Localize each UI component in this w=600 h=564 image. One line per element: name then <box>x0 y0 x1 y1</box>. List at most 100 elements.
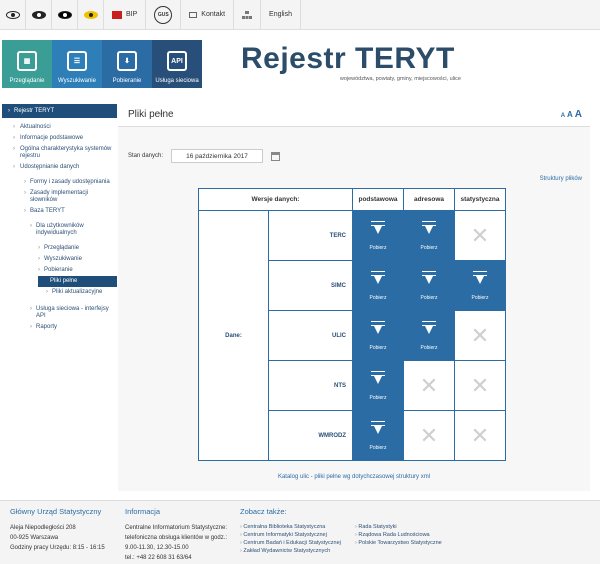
tile-usluga-sieciowa[interactable]: API Usługa sieciowa <box>152 40 202 88</box>
download-icon <box>422 320 436 335</box>
footer-link[interactable]: Centrum Informatyki Statystycznej <box>240 531 355 539</box>
contrast-yellow-button[interactable] <box>78 0 104 29</box>
footer-line: Aleja Niepodległości 208 <box>10 525 76 531</box>
sidebar-item-dla-uzytkownikow[interactable]: Dla użytkowników indywidualnych <box>2 221 117 239</box>
bip-link[interactable]: BIP <box>104 0 147 29</box>
sidebar-item-zasady[interactable]: Zasady implementacji słowników <box>2 188 117 206</box>
kontakt-label: Kontakt <box>201 11 226 18</box>
contrast-dark-button[interactable] <box>26 0 52 29</box>
contrast-default-button[interactable] <box>0 0 26 29</box>
date-input[interactable]: 16 października 2017 <box>171 149 264 163</box>
download-cell[interactable]: Pobierz <box>352 360 404 411</box>
struktury-plikow-link[interactable]: Struktury plików <box>540 176 582 182</box>
calendar-icon[interactable] <box>271 151 281 161</box>
download-cell[interactable]: Pobierz <box>403 310 455 361</box>
row-label: TERC <box>268 210 353 261</box>
download-icon <box>371 220 385 235</box>
download-cell[interactable]: Pobierz <box>352 210 404 261</box>
tile-przegladanie[interactable]: ▦ Przeglądanie <box>2 40 52 88</box>
download-icon <box>371 370 385 385</box>
download-icon <box>371 420 385 435</box>
footer-col-informacja: Informacja Centralne Informatorium Staty… <box>125 507 235 563</box>
sidebar-item-usluga-api[interactable]: Usługa sieciowa - interfejsy API <box>2 304 117 322</box>
page-header: Pliki pełne A A A <box>118 103 590 127</box>
eye-contrast-icon <box>57 10 72 19</box>
contrast-black-yellow-button[interactable] <box>52 0 78 29</box>
sidebar-item-raporty[interactable]: Raporty <box>2 322 117 333</box>
page-title: Pliki pełne <box>128 109 174 120</box>
footer-line: Centralne Informatorium Statystyczne: <box>125 525 228 531</box>
tile-pobieranie[interactable]: ⬇ Pobieranie <box>102 40 152 88</box>
katalog-ulic-link[interactable]: Katalog ulic - pliki pełne wg dotychczas… <box>118 474 590 480</box>
chevron-icon: › <box>8 108 10 114</box>
download-cell[interactable]: Pobierz <box>454 260 506 311</box>
stan-label: Stan danych: <box>128 153 164 159</box>
sidebar-item-charakterystyka[interactable]: Ogólna charakterystyka systemów rejestru <box>2 144 117 162</box>
download-icon <box>473 270 487 285</box>
download-cell[interactable]: Pobierz <box>352 310 404 361</box>
unavailable-cell: ✕ <box>454 360 506 411</box>
tile-wyszukiwanie[interactable]: ☰ Wyszukiwanie <box>52 40 102 88</box>
sidebar-item-aktualnosci[interactable]: Aktualności <box>2 122 117 133</box>
row-label: SIMC <box>268 260 353 311</box>
unavailable-cell: ✕ <box>454 210 506 261</box>
footer-link[interactable]: Rządowa Rada Ludnościowa <box>355 531 495 539</box>
main-menu-tiles: ▦ Przeglądanie ☰ Wyszukiwanie ⬇ Pobieran… <box>2 40 202 88</box>
files-table: Wersje danych: podstawowa adresowa staty… <box>198 188 506 461</box>
column-header: podstawowa <box>352 188 404 211</box>
row-label: WMRODZ <box>268 410 353 461</box>
footer-link[interactable]: Centrum Badań i Edukacji Statystycznej <box>240 539 355 547</box>
footer-link[interactable]: Zakład Wydawnictw Statystycznych <box>240 547 355 555</box>
footer-col-links: Rada Statystyki Rządowa Rada Ludnościowa… <box>355 523 495 547</box>
font-size-small-button[interactable]: A <box>561 113 565 119</box>
footer-col-gus: Główny Urząd Statystyczny Aleja Niepodle… <box>10 507 120 553</box>
column-header: statystyczna <box>454 188 506 211</box>
sidebar-item-baza-teryt[interactable]: Baza TERYT <box>2 206 117 217</box>
bip-icon <box>112 10 122 19</box>
language-link[interactable]: English <box>261 0 302 29</box>
footer: Główny Urząd Statystyczny Aleja Niepodle… <box>0 500 600 564</box>
eye-icon <box>5 10 20 19</box>
download-cell[interactable]: Pobierz <box>403 260 455 311</box>
download-icon <box>422 220 436 235</box>
tile-label: Przeglądanie <box>9 78 45 84</box>
sidebar-item-przegladanie[interactable]: Przeglądanie <box>2 243 117 254</box>
main-content: Pliki pełne A A A Stan danych: 16 paździ… <box>118 103 590 491</box>
font-size-medium-button[interactable]: A <box>567 110 573 119</box>
accessibility-toolbar: BIP GUS Kontakt English <box>0 0 600 30</box>
unavailable-x-icon: ✕ <box>470 222 490 248</box>
sidebar-heading[interactable]: › Rejestr TERYT <box>2 104 117 118</box>
footer-line: 00-925 Warszawa <box>10 535 59 541</box>
footer-heading: Główny Urząd Statystyczny <box>10 507 102 516</box>
unavailable-x-icon: ✕ <box>419 372 439 398</box>
tile-label: Wyszukiwanie <box>58 78 96 84</box>
footer-line: Godziny pracy Urzędu: 8:15 - 16:15 <box>10 545 105 551</box>
sidebar-item-informacje[interactable]: Informacje podstawowe <box>2 133 117 144</box>
sidebar-item-pobieranie[interactable]: Pobieranie <box>2 265 117 276</box>
font-size-large-button[interactable]: A <box>575 109 582 120</box>
unavailable-cell: ✕ <box>403 410 455 461</box>
tile-label: Usługa sieciowa <box>155 78 199 84</box>
sitemap-link[interactable] <box>234 0 262 29</box>
date-selector: Stan danych: 16 października 2017 <box>128 149 281 163</box>
kontakt-link[interactable]: Kontakt <box>181 0 235 29</box>
footer-link[interactable]: Polskie Towarzystwo Statystyczne <box>355 539 495 547</box>
gus-logo-link[interactable]: GUS <box>146 0 182 29</box>
sidebar-item-pliki-aktualizacyjne[interactable]: Pliki aktualizacyjne <box>2 287 117 298</box>
footer-col-zobacz: Zobacz także: Centralna Biblioteka Staty… <box>240 507 355 555</box>
download-cell[interactable]: Pobierz <box>403 210 455 261</box>
footer-line: tel.: +48 22 608 31 63/64 <box>125 555 192 561</box>
footer-link[interactable]: Centralna Biblioteka Statystyczna <box>240 523 355 531</box>
sidebar-item-pliki-pelne[interactable]: Pliki pełne <box>38 276 117 287</box>
download-cell[interactable]: Pobierz <box>352 410 404 461</box>
sidebar-item-formy[interactable]: Formy i zasady udostępniania <box>2 177 117 188</box>
unavailable-x-icon: ✕ <box>470 372 490 398</box>
download-cell[interactable]: Pobierz <box>352 260 404 311</box>
footer-link[interactable]: Rada Statystyki <box>355 523 495 531</box>
sidebar-item-udostepnianie[interactable]: Udostępnianie danych <box>2 162 117 173</box>
sidebar-item-wyszukiwanie[interactable]: Wyszukiwanie <box>2 254 117 265</box>
grid-icon: ▦ <box>17 51 37 71</box>
eye-yellow-icon <box>83 10 98 19</box>
api-icon: API <box>167 51 187 71</box>
tile-label: Pobieranie <box>112 78 142 84</box>
